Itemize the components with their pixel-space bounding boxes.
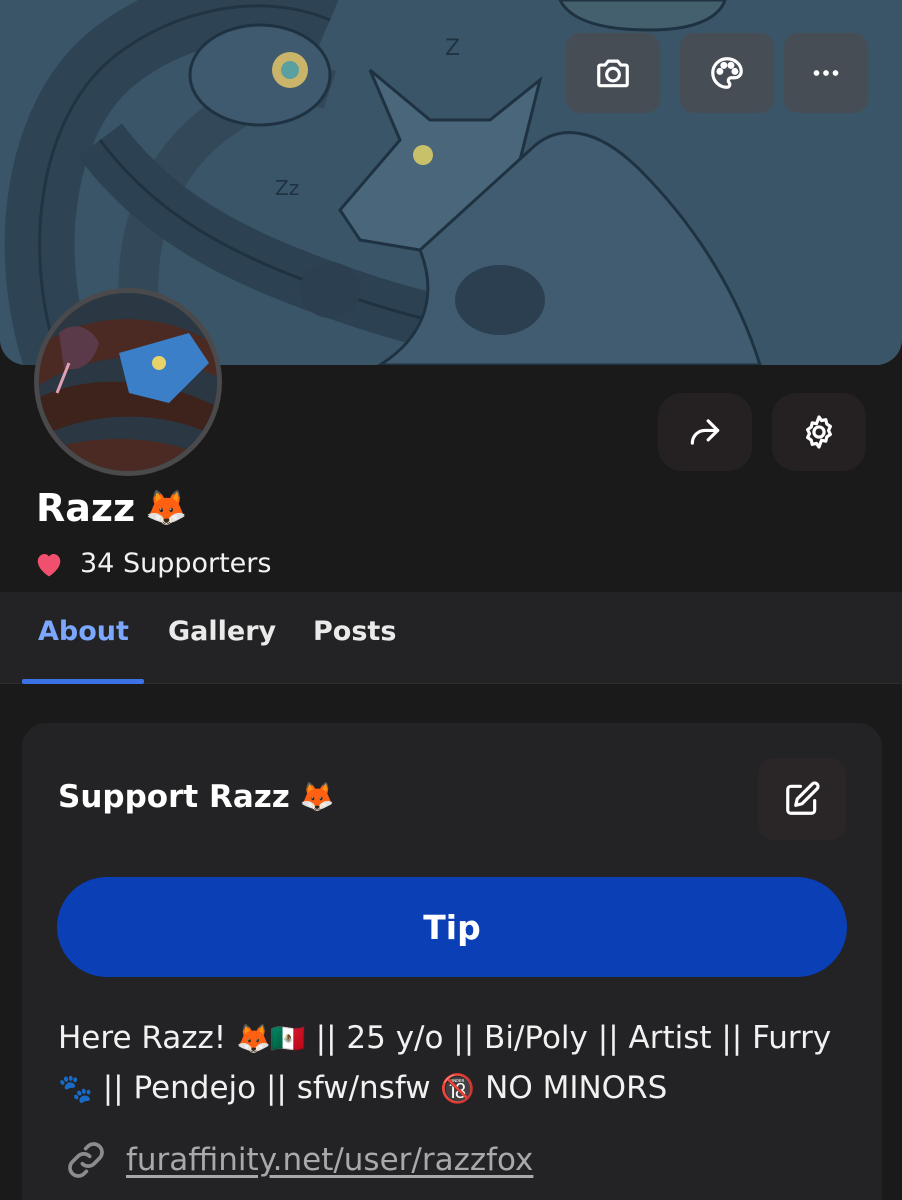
support-title-text: Support Razz xyxy=(58,779,290,815)
profile-tabs: About Gallery Posts xyxy=(0,592,902,684)
share-arrow-icon xyxy=(690,419,720,445)
palette-icon xyxy=(711,57,743,89)
tab-about[interactable]: About xyxy=(38,616,129,647)
svg-text:Z: Z xyxy=(445,36,460,61)
supporters-label: 34 Supporters xyxy=(80,548,272,579)
svg-text:Zz: Zz xyxy=(275,176,299,200)
fox-emoji: 🦊 xyxy=(145,488,188,528)
banner-palette-button[interactable] xyxy=(680,33,774,113)
bio-text-3: || Pendejo || sfw/nsfw xyxy=(102,1070,431,1106)
tab-gallery[interactable]: Gallery xyxy=(168,616,276,647)
gear-icon xyxy=(806,415,832,449)
supporters-count[interactable]: 34 Supporters xyxy=(34,548,271,579)
settings-button[interactable] xyxy=(772,393,866,471)
profile-page: Z Zz Razz 🦊 34 Supporters About Gallery … xyxy=(0,0,902,1200)
camera-icon xyxy=(597,59,629,88)
banner-more-button[interactable] xyxy=(784,33,868,113)
profile-bio: Here Razz! 🦊🇲🇽 || 25 y/o || Bi/Poly || A… xyxy=(58,1013,858,1113)
no-minors-emoji: 🔞 xyxy=(440,1072,476,1105)
link-icon xyxy=(68,1142,104,1178)
profile-avatar[interactable] xyxy=(34,288,222,476)
banner-camera-button[interactable] xyxy=(566,33,660,113)
profile-name: Razz 🦊 xyxy=(36,486,187,530)
active-tab-indicator xyxy=(22,679,144,684)
more-dots-icon xyxy=(813,70,839,76)
support-card-title: Support Razz 🦊 xyxy=(58,779,335,815)
bio-text-1: Here Razz! xyxy=(58,1020,227,1056)
tip-button[interactable]: Tip xyxy=(57,877,847,977)
profile-link-text[interactable]: furaffinity.net/user/razzfox xyxy=(126,1142,533,1178)
fox-emoji: 🦊 xyxy=(299,780,335,813)
edit-button[interactable] xyxy=(758,758,846,840)
support-card: Support Razz 🦊 Tip Here Razz! 🦊🇲🇽 || 25 … xyxy=(22,723,882,1200)
paw-prints-emoji: 🐾 xyxy=(58,1072,93,1105)
profile-link[interactable]: furaffinity.net/user/razzfox xyxy=(64,1138,533,1182)
edit-pencil-icon xyxy=(786,781,820,815)
tab-posts[interactable]: Posts xyxy=(313,616,396,647)
profile-name-text: Razz xyxy=(36,486,136,530)
bio-text-4: NO MINORS xyxy=(485,1070,668,1106)
bio-text-2: || 25 y/o || Bi/Poly || Artist || Furry xyxy=(315,1020,832,1056)
heart-icon xyxy=(34,550,64,578)
avatar-artwork xyxy=(39,293,217,471)
share-button[interactable] xyxy=(658,393,752,471)
fox-mexico-flag-emoji: 🦊🇲🇽 xyxy=(236,1022,306,1055)
